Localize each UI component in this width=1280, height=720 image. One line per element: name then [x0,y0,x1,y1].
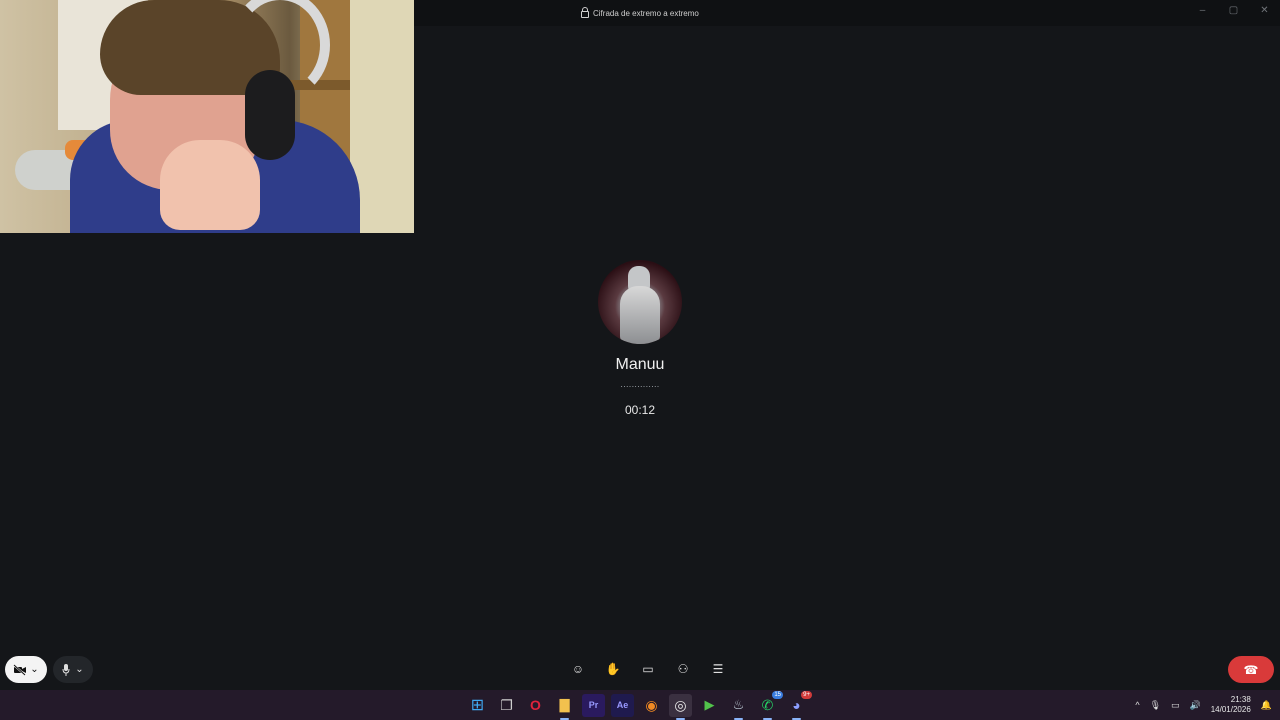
microphone-tray-icon[interactable]: 🎙 [1150,700,1161,711]
clock[interactable]: 21:38 14/01/2026 [1211,695,1251,715]
volume-icon[interactable]: 🔊 [1190,700,1201,711]
file-explorer-glyph: ▇ [559,697,570,712]
windows-start-icon[interactable]: ⊞ [466,694,489,717]
call-timer: 00:12 [624,403,656,417]
chrome-icon[interactable]: ◎ [669,693,692,720]
file-explorer-icon[interactable]: ▇ [553,694,576,720]
self-video-preview[interactable] [0,0,414,233]
windows-taskbar: ⊞ ❐ O ▇ Pr Ae ◉ ◎ ▶ ♨ ✆ 15 ◕ 9+ ^ 🎙 ▭ 🔊 … [0,690,1280,720]
clock-time: 21:38 [1230,695,1251,704]
end-call-button[interactable]: ☎ [1228,656,1274,683]
after-effects-icon[interactable]: Ae [611,693,634,717]
contact-name: Manuu [615,356,665,373]
whatsapp-badge: 15 [772,690,783,699]
play-glyph: ▶ [704,697,715,712]
share-screen-icon[interactable]: ▭ [636,656,660,682]
chrome-glyph: ◎ [674,696,687,713]
video-off-icon [13,663,27,676]
show-hidden-icons-icon[interactable]: ^ [1135,700,1139,710]
hang-up-icon: ☎ [1243,662,1259,677]
window-controls: – ▢ ✕ [1187,0,1280,22]
task-view-glyph: ❐ [500,696,513,713]
blender-glyph: ◉ [645,696,658,713]
opera-icon[interactable]: O [524,694,547,717]
windows-start-glyph: ⊞ [470,697,485,714]
steam-icon[interactable]: ♨ [727,694,750,720]
discord-glyph: ◕ [792,697,801,713]
steam-glyph: ♨ [732,697,745,712]
blender-icon[interactable]: ◉ [640,694,663,717]
headphone-cup [245,70,295,160]
whatsapp-glyph: ✆ [761,696,774,713]
after-effects-glyph: Ae [616,700,629,710]
emoji-icon[interactable]: ☺ [566,656,590,682]
call-status-indicator: .............. [620,379,660,389]
taskbar-apps: ⊞ ❐ O ▇ Pr Ae ◉ ◎ ▶ ♨ ✆ 15 ◕ 9+ [466,690,812,720]
notifications-icon[interactable]: 🔔 [1261,700,1272,711]
raise-hand-icon[interactable]: ✋ [601,656,625,682]
minimize-button[interactable]: – [1187,0,1218,22]
lock-icon [581,7,589,18]
contact-avatar [598,260,682,344]
avatar-statue-arm [628,266,650,296]
premiere-glyph: Pr [588,700,599,710]
close-button[interactable]: ✕ [1249,0,1280,22]
encryption-notice: Cifrada de extremo a extremo [581,7,699,18]
chat-icon[interactable]: ☰ [706,656,730,682]
whatsapp-icon[interactable]: ✆ 15 [756,690,783,720]
maximize-button[interactable]: ▢ [1218,0,1249,22]
discord-badge: 9+ [801,690,812,699]
microphone-icon [62,663,70,676]
play-icon[interactable]: ▶ [698,694,721,717]
premiere-icon[interactable]: Pr [582,693,605,717]
task-view-icon[interactable]: ❐ [495,694,518,717]
call-controls-bar: ⌄ ⌄ ☺ ✋ ▭ ⚇ ☰ ☎ [0,650,1280,690]
chevron-down-icon[interactable]: ⌄ [30,664,38,675]
opera-glyph: O [530,697,541,713]
clock-date: 14/01/2026 [1210,705,1251,714]
chevron-down-icon[interactable]: ⌄ [75,664,83,675]
call-window: Cifrada de extremo a extremo – ▢ ✕ Manuu… [0,0,1280,690]
avatar-statue-torso [620,286,660,344]
person-hands [160,140,260,230]
encryption-label: Cifrada de extremo a extremo [593,8,699,18]
call-tools: ☺ ✋ ▭ ⚇ ☰ [566,656,730,682]
network-icon[interactable]: ▭ [1171,700,1180,711]
camera-toggle-button[interactable]: ⌄ [5,656,47,683]
system-tray: ^ 🎙 ▭ 🔊 21:38 14/01/2026 🔔 [1135,690,1272,720]
microphone-toggle-button[interactable]: ⌄ [53,656,93,683]
add-participant-icon[interactable]: ⚇ [671,656,695,682]
discord-icon[interactable]: ◕ 9+ [785,690,812,720]
